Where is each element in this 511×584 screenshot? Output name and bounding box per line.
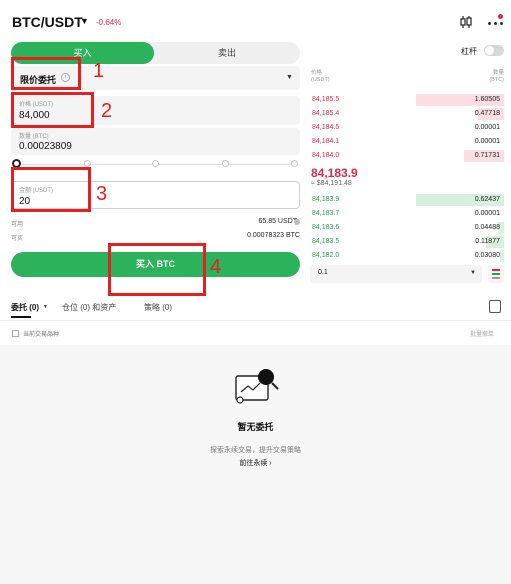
slider-stop-75[interactable]: [222, 160, 229, 167]
ask-qty: 0.47718: [474, 110, 500, 117]
bid-qty: 0.03080: [474, 252, 500, 259]
orders-dropdown-icon[interactable]: ▼: [43, 304, 48, 310]
bid-price: 84,183.7: [312, 210, 340, 217]
last-price-fiat: ≈ $84,191.48: [311, 180, 352, 187]
current-symbol-label: 当前交易品种: [23, 332, 60, 338]
empty-state-description: 探索永续交易，提升交易策略: [210, 447, 301, 454]
pair-title[interactable]: BTC/USDT: [12, 14, 83, 30]
ask-row[interactable]: 84,184.0 0.71731: [310, 149, 504, 163]
ask-price: 84,184.0: [312, 152, 340, 159]
can-buy-value: 0.00078323 BTC: [247, 232, 300, 239]
more-menu-icon[interactable]: [486, 12, 504, 30]
bid-qty: 0.00001: [474, 210, 500, 217]
go-perpetual-link[interactable]: 前往永续 ›: [0, 458, 511, 468]
bid-qty: 0.11877: [475, 238, 500, 245]
ask-qty: 0.71731: [474, 152, 500, 159]
annotation-box-2: [11, 92, 94, 128]
ask-row[interactable]: 84,185.5 1.60505: [310, 93, 504, 107]
ask-row[interactable]: 84,184.1 0.00001: [310, 135, 504, 149]
slider-stop-25[interactable]: [84, 160, 91, 167]
add-funds-icon[interactable]: [294, 219, 300, 225]
ask-price: 84,184.1: [312, 138, 340, 145]
can-buy-label: 可买: [11, 236, 24, 242]
batch-cancel-button[interactable]: 批量撤单: [470, 329, 494, 338]
annotation-label-4: 4: [210, 256, 222, 278]
ask-price: 84,184.5: [312, 124, 340, 131]
annotation-box-1: [11, 57, 81, 90]
tab-positions[interactable]: 仓位 (0) 和资产: [62, 302, 116, 313]
available-label: 可用: [11, 222, 24, 228]
leverage-label: 杠杆: [461, 47, 477, 56]
quantity-label: 数量 (BTC): [19, 134, 49, 140]
available-value: 65.85 USDT: [258, 218, 297, 225]
tab-orders[interactable]: 委托 (0): [11, 302, 39, 313]
bid-row[interactable]: 84,183.5 0.11877: [310, 235, 504, 249]
ob-qty-header: 数量 (BTC): [489, 70, 504, 83]
annotation-box-3: [11, 167, 91, 212]
ask-qty: 1.60505: [474, 96, 500, 103]
quantity-input[interactable]: 0.00023809: [19, 141, 72, 152]
history-icon[interactable]: [489, 300, 501, 313]
tab-strategies[interactable]: 策略 (0): [144, 302, 172, 313]
ask-qty: 0.00001: [474, 124, 500, 131]
bid-row[interactable]: 84,183.7 0.00001: [310, 207, 504, 221]
bid-price: 84,183.5: [312, 238, 340, 245]
bid-depth-bar: [499, 250, 504, 262]
ask-row[interactable]: 84,184.5 0.00001: [310, 121, 504, 135]
ask-qty: 0.00001: [474, 138, 500, 145]
sell-tab[interactable]: 卖出: [154, 42, 300, 64]
slider-stop-100[interactable]: [291, 160, 298, 167]
slider-stop-50[interactable]: [152, 160, 159, 167]
candlestick-icon[interactable]: [458, 14, 474, 30]
bid-price: 84,183.6: [312, 224, 340, 231]
leverage-toggle[interactable]: [484, 45, 504, 56]
ask-price: 84,185.4: [312, 110, 340, 117]
current-symbol-checkbox[interactable]: [12, 330, 19, 337]
chevron-down-icon[interactable]: ▼: [286, 74, 293, 81]
ask-price: 84,185.5: [312, 96, 340, 103]
price-change: -0.64%: [96, 18, 122, 27]
empty-orders-icon: [235, 369, 279, 404]
ask-row[interactable]: 84,185.4 0.47718: [310, 107, 504, 121]
bid-price: 84,182.0: [312, 252, 340, 259]
active-tab-underline: [11, 316, 31, 318]
bid-row[interactable]: 84,183.6 0.04488: [310, 221, 504, 235]
ob-price-header: 价格 (USDT): [311, 70, 330, 83]
last-price: 84,183.9: [311, 166, 358, 180]
bid-row[interactable]: 84,183.9 0.62437: [310, 193, 504, 207]
precision-select[interactable]: [310, 265, 482, 283]
precision-value: 0.1: [318, 269, 328, 276]
divider: [0, 320, 511, 321]
bid-row[interactable]: 84,182.0 0.03080: [310, 249, 504, 263]
bid-price: 84,183.9: [312, 196, 340, 203]
chevron-down-icon[interactable]: ▼: [470, 270, 476, 276]
bid-qty: 0.62437: [474, 196, 500, 203]
orderbook-layout-icon[interactable]: [488, 265, 504, 283]
bid-qty: 0.04488: [474, 224, 500, 231]
annotation-label-1: 1: [93, 60, 105, 82]
annotation-label-2: 2: [101, 100, 113, 122]
pair-dropdown-icon[interactable]: ▼: [80, 16, 89, 26]
annotation-label-3: 3: [96, 183, 108, 205]
empty-state-title: 暂无委托: [237, 422, 274, 432]
annotation-box-4: [108, 243, 206, 296]
